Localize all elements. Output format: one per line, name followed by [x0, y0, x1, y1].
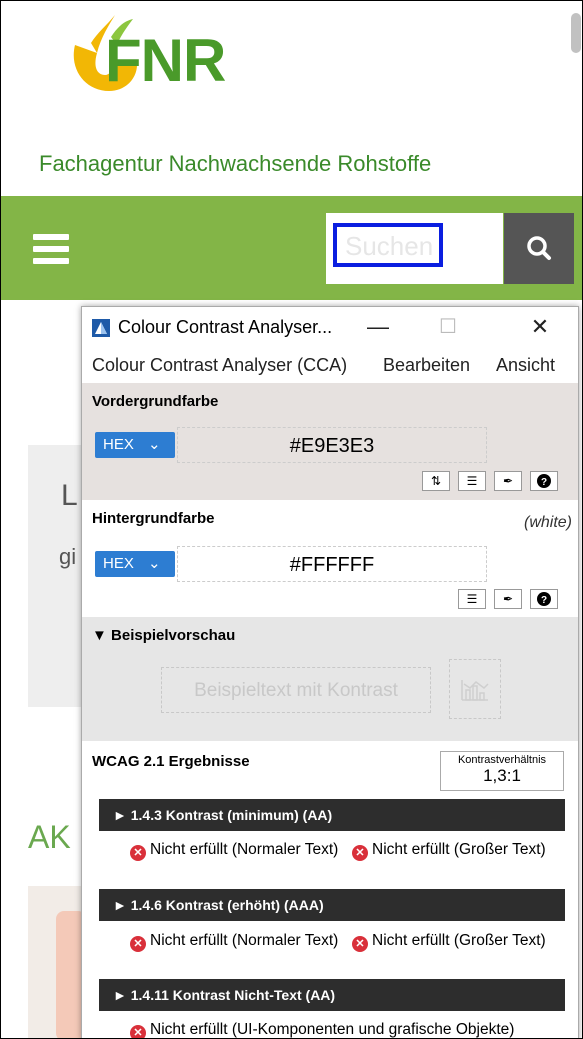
contrast-ratio-value: 1,3:1 — [483, 766, 521, 785]
help-icon: ? — [537, 592, 551, 606]
criterion-1-4-6[interactable]: ► 1.4.6 Kontrast (erhöht) (AAA) — [99, 889, 565, 921]
close-button[interactable]: ✕ — [520, 311, 560, 343]
result-fail-normal-text: ✕ Nicht erfüllt (Normaler Text) — [130, 841, 340, 861]
search-button[interactable] — [504, 213, 574, 284]
background-help-button[interactable]: ? — [530, 589, 558, 609]
swap-colors-button[interactable]: ⇅ — [422, 471, 450, 491]
fail-icon: ✕ — [130, 936, 146, 952]
fail-icon: ✕ — [352, 845, 368, 861]
result-text: Nicht erfüllt (Normaler Text) — [150, 841, 339, 858]
cca-app-icon — [92, 319, 110, 337]
preview-toggle[interactable]: ▼ Beispielvorschau — [92, 627, 235, 644]
wcag-results-label: WCAG 2.1 Ergebnisse — [92, 753, 250, 770]
maximize-button[interactable]: ☐ — [428, 311, 468, 343]
chart-button[interactable] — [449, 659, 501, 719]
eyedropper-icon: ✒ — [502, 592, 514, 606]
minimize-button[interactable]: — — [358, 311, 398, 343]
result-text: Nicht erfüllt (UI-Komponenten und grafis… — [150, 1021, 515, 1038]
fail-icon: ✕ — [130, 1025, 146, 1038]
foreground-format-select[interactable]: HEX ⌄ — [95, 432, 175, 458]
card-text-fragment: gi — [59, 544, 77, 569]
search-icon — [527, 236, 551, 260]
sliders-icon: ☰ — [466, 592, 478, 606]
chart-icon — [461, 680, 489, 701]
foreground-picker-button[interactable]: ✒ — [494, 471, 522, 491]
result-fail-large-text: ✕ Nicht erfüllt (Großer Text) — [352, 841, 572, 861]
menu-cca[interactable]: Colour Contrast Analyser (CCA) — [92, 355, 347, 376]
sample-text-preview: Beispieltext mit Kontrast — [161, 667, 431, 713]
cca-window: Colour Contrast Analyser... — ☐ ✕ Colour… — [81, 306, 579, 1038]
background-format-select[interactable]: HEX ⌄ — [95, 551, 175, 577]
background-label: Hintergrundfarbe — [92, 510, 215, 527]
swap-icon: ⇅ — [430, 474, 442, 488]
foreground-hex-input[interactable]: #E9E3E3 — [177, 427, 487, 463]
menu-view[interactable]: Ansicht — [496, 355, 555, 376]
background-section: Hintergrundfarbe (white) HEX ⌄ #FFFFFF ☰… — [82, 500, 578, 617]
contrast-ratio-label: Kontrastverhältnis — [457, 754, 547, 766]
foreground-help-button[interactable]: ? — [530, 471, 558, 491]
svg-text:?: ? — [541, 477, 547, 488]
foreground-label: Vordergrundfarbe — [92, 393, 219, 410]
background-hex-input[interactable]: #FFFFFF — [177, 546, 487, 582]
result-text: Nicht erfüllt (Großer Text) — [372, 841, 546, 858]
foreground-format-label: HEX — [103, 436, 134, 453]
card-heading-fragment: L — [61, 479, 78, 512]
window-title: Colour Contrast Analyser... — [118, 317, 333, 337]
background-sliders-button[interactable]: ☰ — [458, 589, 486, 609]
result-fail-normal-text: ✕ Nicht erfüllt (Normaler Text) — [130, 932, 340, 952]
fail-icon: ✕ — [130, 845, 146, 861]
chevron-down-icon: ⌄ — [148, 555, 161, 572]
foreground-section: Vordergrundfarbe HEX ⌄ #E9E3E3 ⇅ ☰ ✒ ? — [82, 383, 578, 500]
content-card — [28, 445, 88, 707]
screenshot-frame: FNR Fachagentur Nachwachsende Rohstoffe … — [0, 0, 583, 1039]
wcag-results-section: WCAG 2.1 Ergebnisse Kontrastverhältnis 1… — [82, 741, 578, 1038]
foreground-sliders-button[interactable]: ☰ — [458, 471, 486, 491]
result-text: Nicht erfüllt (Normaler Text) — [150, 932, 339, 949]
background-picker-button[interactable]: ✒ — [494, 589, 522, 609]
eyedropper-icon: ✒ — [502, 474, 514, 488]
section-heading-fragment: AK — [28, 819, 71, 855]
menu-bar: Colour Contrast Analyser (CCA) Bearbeite… — [82, 347, 578, 383]
page-scrollbar[interactable] — [571, 13, 581, 53]
logo-text: FNR — [105, 27, 226, 94]
criterion-1-4-11[interactable]: ► 1.4.11 Kontrast Nicht-Text (AA) — [99, 979, 565, 1011]
help-icon: ? — [537, 474, 551, 488]
svg-text:?: ? — [541, 595, 547, 606]
result-fail-large-text: ✕ Nicht erfüllt (Großer Text) — [352, 932, 572, 952]
site-tagline: Fachagentur Nachwachsende Rohstoffe — [39, 151, 432, 176]
result-fail-ui-components: ✕ Nicht erfüllt (UI-Komponenten und grafi… — [130, 1021, 570, 1038]
criterion-1-4-3[interactable]: ► 1.4.3 Kontrast (minimum) (AA) — [99, 799, 565, 831]
cca-titlebar[interactable]: Colour Contrast Analyser... — ☐ ✕ — [82, 307, 578, 347]
sliders-icon: ☰ — [466, 474, 478, 488]
background-format-label: HEX — [103, 555, 134, 572]
contrast-ratio-box: Kontrastverhältnis 1,3:1 — [440, 751, 564, 791]
background-color-name: (white) — [523, 514, 572, 531]
hamburger-menu-icon[interactable] — [33, 234, 69, 264]
chevron-down-icon: ⌄ — [148, 436, 161, 453]
search-input[interactable]: Suchen — [333, 223, 443, 267]
result-text: Nicht erfüllt (Großer Text) — [372, 932, 546, 949]
menu-edit[interactable]: Bearbeiten — [383, 355, 470, 376]
fail-icon: ✕ — [352, 936, 368, 952]
preview-section: ▼ Beispielvorschau Beispieltext mit Kont… — [82, 617, 578, 741]
